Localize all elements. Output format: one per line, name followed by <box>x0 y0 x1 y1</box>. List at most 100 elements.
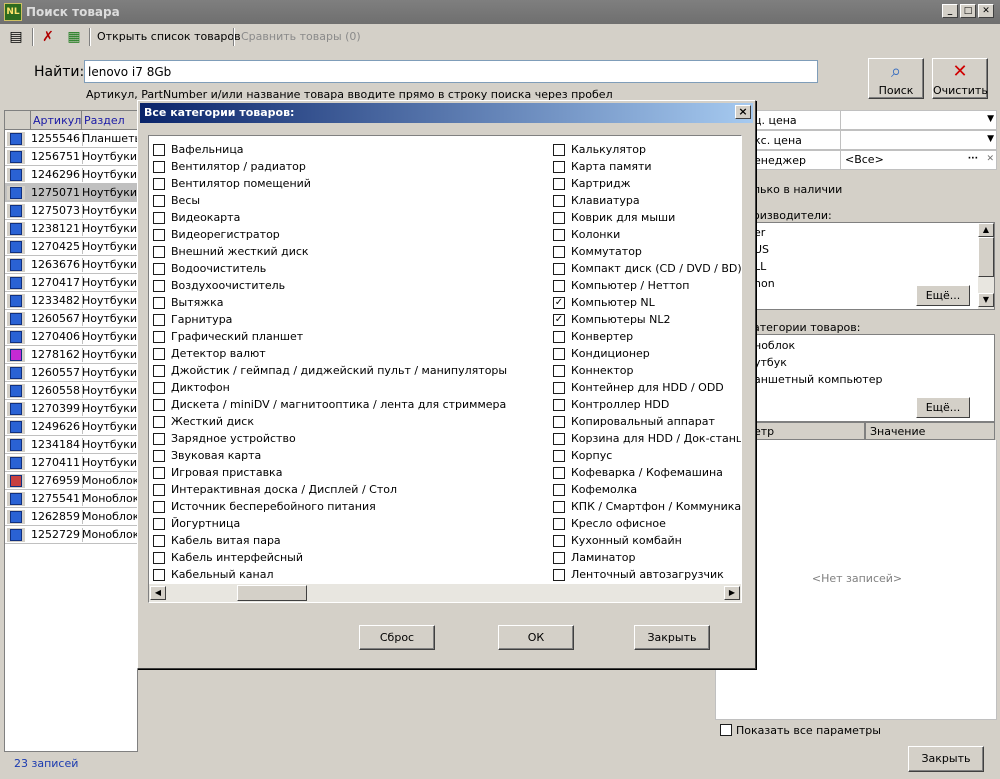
table-row[interactable]: 1278162 Ноутбуки <box>5 346 137 364</box>
search-button[interactable]: ⌕ Поиск <box>868 58 924 99</box>
checkbox[interactable] <box>553 399 565 411</box>
checkbox[interactable] <box>153 416 165 428</box>
checkbox[interactable] <box>553 484 565 496</box>
filter-row-max-price[interactable]: кс. цена ▼ <box>715 130 997 150</box>
more-categories-button[interactable]: Ещё... <box>916 397 970 418</box>
scroll-down-icon[interactable]: ▼ <box>978 293 994 307</box>
table-row[interactable]: 1256751 Ноутбуки <box>5 148 137 166</box>
search-input[interactable] <box>84 60 818 83</box>
list-item[interactable]: аншетный компьютер <box>754 373 882 386</box>
manufacturers-list[interactable]: er US LL non Ещё... ▲ ▼ <box>715 222 995 310</box>
open-list-button[interactable]: Открыть список товаров <box>97 30 241 43</box>
checkbox[interactable] <box>553 552 565 564</box>
checkbox[interactable] <box>153 518 165 530</box>
selected-categories-list[interactable]: ноблок утбук аншетный компьютер Ещё... <box>715 334 995 422</box>
checkbox[interactable] <box>553 416 565 428</box>
table-row[interactable]: 1233482 Ноутбуки <box>5 292 137 310</box>
checkbox[interactable] <box>720 724 732 736</box>
clear-filter-icon[interactable]: ✗ <box>38 27 58 47</box>
checkbox[interactable] <box>553 178 565 190</box>
checkbox[interactable] <box>153 144 165 156</box>
list-item[interactable]: US <box>754 243 769 256</box>
clear-x-icon[interactable]: ✕ <box>986 154 994 164</box>
filter-value[interactable] <box>840 131 980 149</box>
compare-button[interactable]: Сравнить товары (0) <box>241 30 361 43</box>
checkbox[interactable] <box>153 365 165 377</box>
table-row[interactable]: 1252729Моноблоки <box>5 526 137 544</box>
only-in-stock-label[interactable]: лько в наличии <box>753 183 842 196</box>
checkbox[interactable] <box>553 535 565 547</box>
checkbox[interactable] <box>553 382 565 394</box>
checkbox-checked[interactable]: ✓ <box>553 314 565 326</box>
filter-value[interactable] <box>840 111 980 129</box>
checkbox[interactable] <box>153 263 165 275</box>
dialog-close-icon[interactable]: × <box>735 105 751 119</box>
checkbox[interactable] <box>153 433 165 445</box>
checkbox[interactable] <box>553 263 565 275</box>
scroll-thumb[interactable] <box>978 237 994 277</box>
checkbox[interactable] <box>153 484 165 496</box>
table-row[interactable]: 1238121 Ноутбуки <box>5 220 137 238</box>
checkbox[interactable] <box>153 399 165 411</box>
horizontal-scrollbar[interactable]: ◀ ▶ <box>149 584 741 602</box>
scroll-thumb[interactable] <box>237 585 307 601</box>
table-header-article[interactable]: Артикул <box>31 111 82 130</box>
filter-row-manager[interactable]: енеджер <Все> ··· ✕ <box>715 150 997 170</box>
checkbox[interactable] <box>153 331 165 343</box>
checkbox[interactable] <box>153 382 165 394</box>
table-row[interactable]: 1260557 Ноутбуки <box>5 364 137 382</box>
checkbox[interactable] <box>153 161 165 173</box>
ellipsis-icon[interactable]: ··· <box>968 154 978 164</box>
checkbox[interactable] <box>153 280 165 292</box>
table-row[interactable]: 1255546 Планшеты <box>5 130 137 148</box>
parameters-grid[interactable]: <Нет записей> <box>715 440 997 720</box>
table-row[interactable]: 1263676 Ноутбуки <box>5 256 137 274</box>
checkbox-checked[interactable]: ✓ <box>553 297 565 309</box>
minimize-icon[interactable]: _ <box>942 4 958 18</box>
table-row[interactable]: 1260567 Ноутбуки <box>5 310 137 328</box>
table-row[interactable]: 1275071 Ноутбуки <box>5 184 137 202</box>
maximize-icon[interactable]: □ <box>960 4 976 18</box>
checkbox[interactable] <box>553 212 565 224</box>
checkbox[interactable] <box>553 195 565 207</box>
reset-button[interactable]: Сброс <box>359 625 435 650</box>
table-row[interactable]: 1270417 Ноутбуки <box>5 274 137 292</box>
checkbox[interactable] <box>153 348 165 360</box>
window-title-bar[interactable]: NL Поиск товара _ □ ✕ <box>0 0 1000 24</box>
checkbox[interactable] <box>553 569 565 581</box>
checkbox[interactable] <box>553 331 565 343</box>
more-manufacturers-button[interactable]: Ещё... <box>916 285 970 306</box>
scroll-right-icon[interactable]: ▶ <box>724 586 740 600</box>
checkbox[interactable] <box>153 212 165 224</box>
table-row[interactable]: 1249626 Ноутбуки <box>5 418 137 436</box>
table-header-section[interactable]: Раздел <box>82 111 137 130</box>
checkbox[interactable] <box>153 569 165 581</box>
checkbox[interactable] <box>153 535 165 547</box>
checkbox[interactable] <box>553 433 565 445</box>
checkbox[interactable] <box>153 552 165 564</box>
table-row[interactable]: 1275541Моноблоки <box>5 490 137 508</box>
checkbox[interactable] <box>553 518 565 530</box>
filter-value[interactable]: <Все> <box>840 151 960 169</box>
excel-export-icon[interactable]: ▦ <box>64 27 84 47</box>
table-row[interactable]: 1270411 Ноутбуки <box>5 454 137 472</box>
scroll-left-icon[interactable]: ◀ <box>150 586 166 600</box>
checkbox[interactable] <box>553 161 565 173</box>
table-row[interactable]: 1270425 Ноутбуки <box>5 238 137 256</box>
checkbox[interactable] <box>553 144 565 156</box>
checkbox[interactable] <box>553 467 565 479</box>
dialog-title[interactable]: Все категории товаров: × <box>140 103 753 123</box>
checkbox[interactable] <box>153 297 165 309</box>
checkbox[interactable] <box>153 314 165 326</box>
table-row[interactable]: 1234184 Ноутбуки <box>5 436 137 454</box>
chevron-down-icon[interactable]: ▼ <box>987 114 994 124</box>
checkbox[interactable] <box>153 501 165 513</box>
ok-button[interactable]: ОК <box>498 625 574 650</box>
table-row[interactable]: 1275073 Ноутбуки <box>5 202 137 220</box>
checkbox[interactable] <box>153 178 165 190</box>
category-checklist[interactable]: Вафельница Вентилятор / радиатор Вентилято… <box>148 135 742 603</box>
table-row[interactable]: 1260558 Ноутбуки <box>5 382 137 400</box>
checkbox[interactable] <box>553 246 565 258</box>
checkbox[interactable] <box>153 450 165 462</box>
list-item[interactable]: ноблок <box>754 339 795 352</box>
